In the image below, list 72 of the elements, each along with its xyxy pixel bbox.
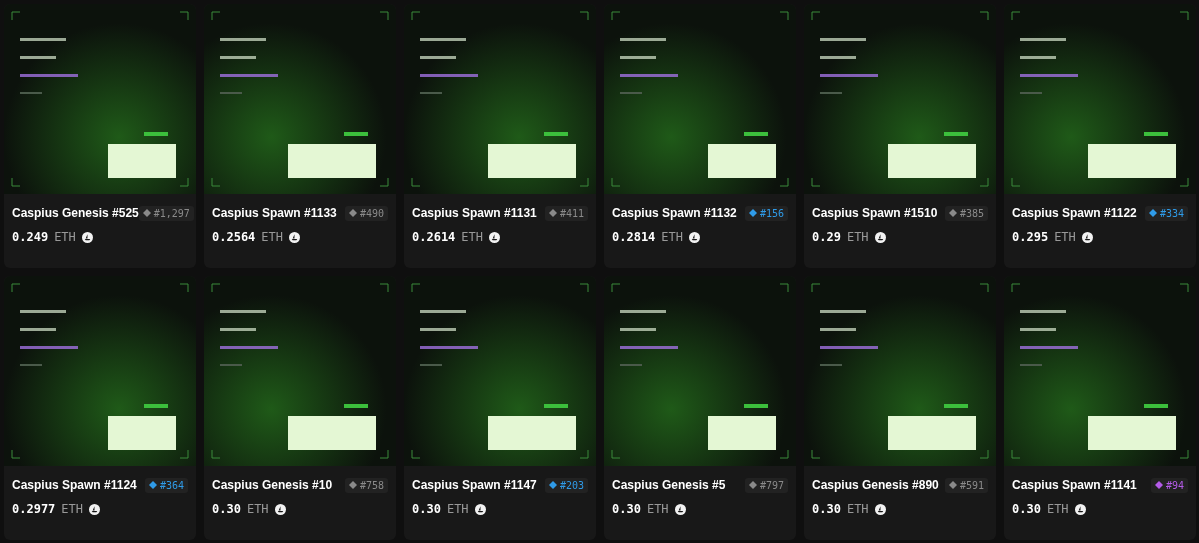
item-name: Caspius Spawn #1122 [1012, 206, 1137, 220]
rank-text: #203 [559, 479, 584, 491]
coin-icon [489, 231, 501, 243]
nft-card[interactable]: Caspius Spawn #1147 #203 0.30 ETH [404, 276, 596, 540]
coin-icon [274, 503, 286, 515]
item-name: Caspius Spawn #1132 [612, 206, 737, 220]
coin-icon [874, 231, 886, 243]
currency-label: ETH [846, 502, 869, 516]
coin-icon [689, 231, 701, 243]
currency-label: ETH [1054, 230, 1076, 244]
rank-text: #364 [159, 479, 184, 491]
item-name: Caspius Spawn #1141 [1012, 478, 1137, 492]
nft-card[interactable]: Caspius Genesis #10 #758 0.30 ETH [204, 276, 396, 540]
currency-label: ETH [446, 502, 469, 516]
rank-text: #94 [1165, 479, 1184, 491]
coin-icon [1074, 503, 1086, 515]
nft-card[interactable]: Caspius Spawn #1124 #364 0.2977 ETH [4, 276, 196, 540]
currency-label: ETH [261, 230, 284, 244]
rank-text: #156 [759, 207, 784, 219]
rank-text: #797 [759, 479, 784, 491]
rank-text: #411 [559, 207, 584, 219]
price-value: 0.2614 [412, 230, 456, 244]
nft-card[interactable]: Caspius Spawn #1132 #156 0.2814 ETH [604, 4, 796, 268]
currency-label: ETH [246, 502, 269, 516]
coin-icon [289, 231, 301, 243]
currency-label: ETH [846, 230, 869, 244]
rank-text: #490 [359, 207, 384, 219]
nft-card[interactable]: Caspius Spawn #1141 #94 0.30 ETH [1004, 276, 1196, 540]
price-value: 0.2977 [12, 502, 56, 516]
coin-icon [1081, 231, 1093, 243]
nft-card[interactable]: Caspius Genesis #5 #797 0.30 ETH [604, 276, 796, 540]
rank-text: #758 [359, 479, 384, 491]
coin-icon [89, 503, 101, 515]
price-value: 0.30 [412, 502, 441, 516]
rank-text: #385 [959, 207, 984, 219]
item-name: Caspius Genesis #5 [612, 478, 726, 492]
price-value: 0.30 [212, 502, 241, 516]
item-name: Caspius Genesis #10 [212, 478, 333, 492]
price-value: 0.2814 [612, 230, 656, 244]
coin-icon [674, 503, 686, 515]
price-value: 0.29 [812, 230, 841, 244]
item-name: Caspius Genesis #890 [812, 478, 939, 492]
price-value: 0.2564 [212, 230, 256, 244]
price-value: 0.249 [12, 230, 49, 244]
price-value: 0.30 [612, 502, 641, 516]
nft-card[interactable]: Caspius Genesis #525 #1,297 0.249 ETH [4, 4, 196, 268]
price-value: 0.295 [1012, 230, 1049, 244]
currency-label: ETH [54, 230, 76, 244]
rank-text: #334 [1159, 207, 1184, 219]
currency-label: ETH [646, 502, 669, 516]
item-name: Caspius Spawn #1124 [12, 478, 137, 492]
currency-label: ETH [461, 230, 484, 244]
price-value: 0.30 [812, 502, 841, 516]
nft-card[interactable]: Caspius Spawn #1122 #334 0.295 ETH [1004, 4, 1196, 268]
item-name: Caspius Spawn #1510 [812, 206, 938, 220]
coin-icon [474, 503, 486, 515]
currency-label: ETH [1046, 502, 1069, 516]
coin-icon [81, 231, 93, 243]
nft-card[interactable]: Caspius Spawn #1510 #385 0.29 ETH [804, 4, 996, 268]
item-name: Caspius Genesis #525 [12, 206, 139, 220]
nft-card[interactable]: Caspius Spawn #1131 #411 0.2614 ETH [404, 4, 596, 268]
currency-label: ETH [661, 230, 684, 244]
currency-label: ETH [61, 502, 84, 516]
nft-card[interactable]: Caspius Spawn #1133 #490 0.2564 ETH [204, 4, 396, 268]
coin-icon [874, 503, 886, 515]
rank-text: #591 [959, 479, 984, 491]
price-value: 0.30 [1012, 502, 1041, 516]
item-name: Caspius Spawn #1147 [412, 478, 537, 492]
nft-card[interactable]: Caspius Genesis #890 #591 0.30 ETH [804, 276, 996, 540]
rank-text: #1,297 [153, 207, 190, 219]
item-name: Caspius Spawn #1131 [412, 206, 537, 220]
item-name: Caspius Spawn #1133 [212, 206, 337, 220]
